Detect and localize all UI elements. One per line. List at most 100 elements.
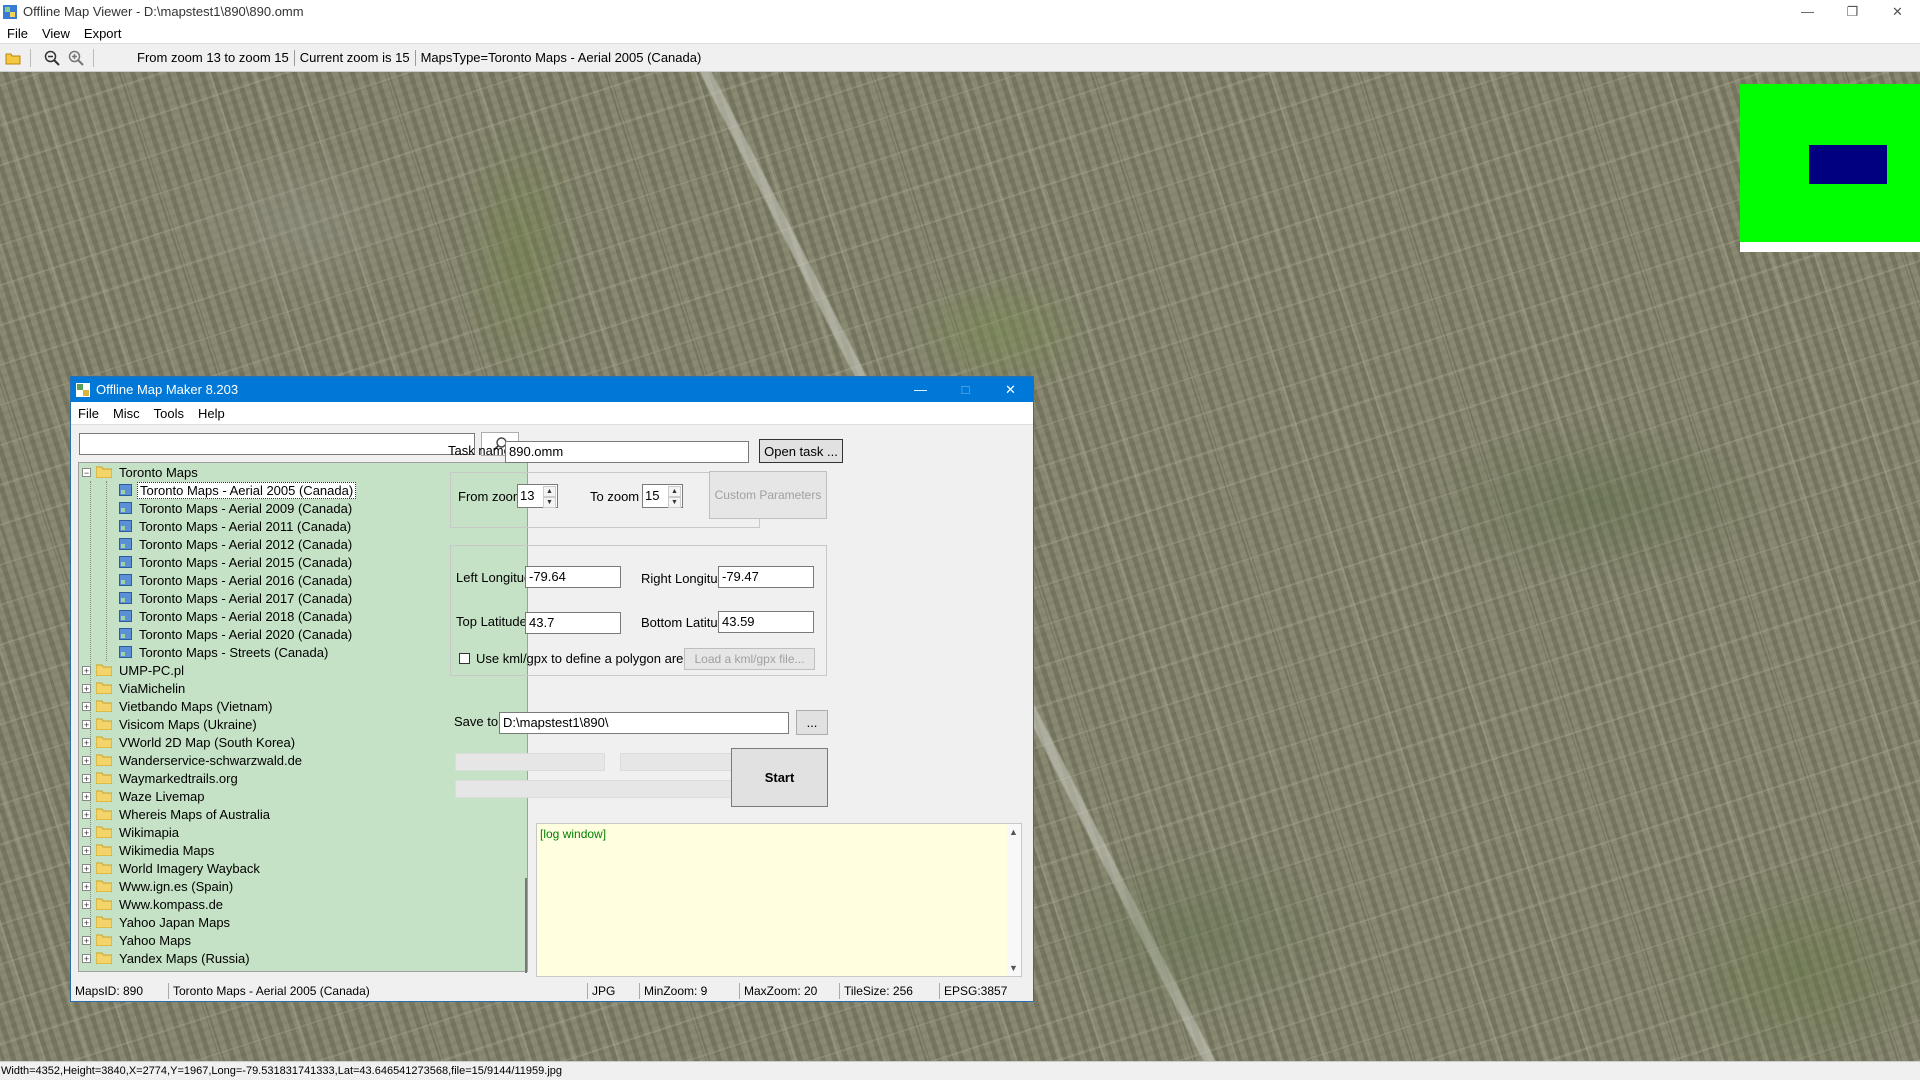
spin-down-icon[interactable]: ▼ (668, 497, 681, 508)
minimap-overview[interactable] (1740, 84, 1920, 252)
load-kml-button[interactable]: Load a kml/gpx file... (684, 648, 815, 670)
maker-titlebar: Offline Map Maker 8.203 — □ ✕ (71, 377, 1033, 402)
tree-folder[interactable]: + Vietbando Maps (Vietnam) (79, 697, 527, 715)
viewer-titlebar: Offline Map Viewer - D:\mapstest1\890\89… (0, 0, 1920, 23)
browse-button[interactable]: ... (796, 710, 828, 735)
folder-icon (96, 772, 112, 784)
log-window[interactable]: [log window] ▲ ▼ (536, 823, 1022, 977)
folder-icon (96, 664, 112, 676)
map-layer-icon (119, 520, 132, 532)
maker-title: Offline Map Maker 8.203 (96, 382, 239, 397)
scroll-down-icon[interactable]: ▼ (1009, 963, 1018, 973)
folder-icon (96, 808, 112, 820)
viewer-toolbar: From zoom 13 to zoom 15 Current zoom is … (0, 43, 1920, 72)
kml-checkbox[interactable] (459, 653, 470, 664)
tree-folder[interactable]: + Wikimedia Maps (79, 841, 527, 859)
folder-icon (96, 862, 112, 874)
tree-folder[interactable]: + ViaMichelin (79, 679, 527, 697)
tree-folder[interactable]: + Yahoo Japan Maps (79, 913, 527, 931)
spin-up-icon[interactable]: ▲ (543, 486, 556, 497)
tree-guide-line (90, 481, 91, 961)
progress-bar (455, 753, 605, 771)
tree-folder[interactable]: + Yahoo Maps (79, 931, 527, 949)
maker-app-icon (76, 382, 90, 397)
map-layer-icon (119, 646, 132, 658)
log-text: [log window] (540, 827, 607, 841)
menu-misc[interactable]: Misc (106, 406, 147, 421)
spin-up-icon[interactable]: ▲ (668, 486, 681, 497)
folder-icon (96, 826, 112, 838)
tree-folder[interactable]: + Whereis Maps of Australia (79, 805, 527, 823)
tree-folder[interactable]: + VWorld 2D Map (South Korea) (79, 733, 527, 751)
map-layer-icon (119, 574, 132, 586)
folder-icon (96, 898, 112, 910)
menu-tools[interactable]: Tools (147, 406, 191, 421)
map-layer-icon (119, 484, 132, 496)
task-name-input[interactable]: 890.omm (505, 441, 749, 463)
folder-icon (96, 718, 112, 730)
spin-down-icon[interactable]: ▼ (543, 497, 556, 508)
viewer-status-line: Width=4352,Height=3840,X=2774,Y=1967,Lon… (0, 1061, 1920, 1080)
menu-export[interactable]: Export (77, 26, 129, 41)
tree-folder[interactable]: + Www.kompass.de (79, 895, 527, 913)
map-layer-icon (119, 628, 132, 640)
menu-view[interactable]: View (35, 26, 77, 41)
viewer-menubar: File View Export (0, 23, 1920, 43)
minimize-icon[interactable]: — (1785, 0, 1830, 23)
map-search-input[interactable] (79, 433, 475, 455)
tree-folder[interactable]: + Www.ign.es (Spain) (79, 877, 527, 895)
top-latitude-label: Top Latitude (456, 614, 527, 629)
menu-file[interactable]: File (0, 26, 35, 41)
left-longitude-input[interactable]: -79.64 (525, 566, 621, 588)
status-epsg: EPSG:3857 (944, 984, 1008, 998)
menu-help[interactable]: Help (191, 406, 232, 421)
collapse-icon[interactable]: − (82, 467, 91, 477)
kml-checkbox-label: Use kml/gpx to define a polygon area (476, 651, 691, 666)
folder-icon (96, 736, 112, 748)
maximize-icon[interactable]: □ (943, 377, 988, 402)
custom-parameters-button[interactable]: Custom Parameters (709, 471, 827, 519)
task-name-label: Task name (448, 443, 511, 458)
folder-open-icon (96, 466, 112, 478)
minimize-icon[interactable]: — (898, 377, 943, 402)
scroll-up-icon[interactable]: ▲ (1009, 827, 1018, 837)
folder-icon (96, 934, 112, 946)
status-max-zoom: MaxZoom: 20 (740, 983, 840, 999)
toolbar-separator (30, 48, 31, 67)
open-task-button[interactable]: Open task ... (759, 439, 843, 463)
minimap-viewport-rect[interactable] (1809, 145, 1887, 184)
map-layer-icon (119, 610, 132, 622)
tree-folder[interactable]: + Wikimapia (79, 823, 527, 841)
tree-folders: + UMP-PC.pl + ViaMichelin + Vietbando Maps (V… (79, 661, 527, 967)
save-path-input[interactable]: D:\mapstest1\890\ (499, 712, 789, 734)
map-layer-icon (119, 502, 132, 514)
tree-folder[interactable]: + Yandex Maps (Russia) (79, 949, 527, 967)
start-button[interactable]: Start (731, 748, 828, 807)
status-tile-size: TileSize: 256 (840, 983, 940, 999)
folder-icon (96, 700, 112, 712)
top-latitude-input[interactable]: 43.7 (525, 612, 621, 634)
folder-icon (96, 844, 112, 856)
progress-bar (455, 780, 770, 798)
right-longitude-input[interactable]: -79.47 (718, 566, 814, 588)
zoom-out-icon[interactable] (41, 47, 63, 69)
open-folder-icon[interactable] (2, 47, 24, 69)
zoom-in-icon[interactable] (65, 47, 87, 69)
maker-menubar: File Misc Tools Help (71, 402, 1033, 425)
from-zoom-stepper[interactable]: 13 ▲ ▼ (517, 484, 558, 508)
map-layer-icon (119, 592, 132, 604)
log-scrollbar[interactable]: ▲ ▼ (1007, 824, 1021, 976)
tree-folder[interactable]: + World Imagery Wayback (79, 859, 527, 877)
tree-guide-line (106, 481, 107, 661)
toolbar-separator (93, 48, 94, 67)
to-zoom-stepper[interactable]: 15 ▲ ▼ (642, 484, 683, 508)
close-icon[interactable]: ✕ (1875, 0, 1920, 23)
bottom-latitude-input[interactable]: 43.59 (718, 611, 814, 633)
menu-file[interactable]: File (71, 406, 106, 421)
close-icon[interactable]: ✕ (988, 377, 1033, 402)
restore-icon[interactable]: ❐ (1830, 0, 1875, 23)
status-maps-id: MapsID: 890 (71, 983, 169, 999)
scroll-thumb[interactable] (525, 878, 527, 973)
folder-icon (96, 790, 112, 802)
folder-icon (96, 880, 112, 892)
